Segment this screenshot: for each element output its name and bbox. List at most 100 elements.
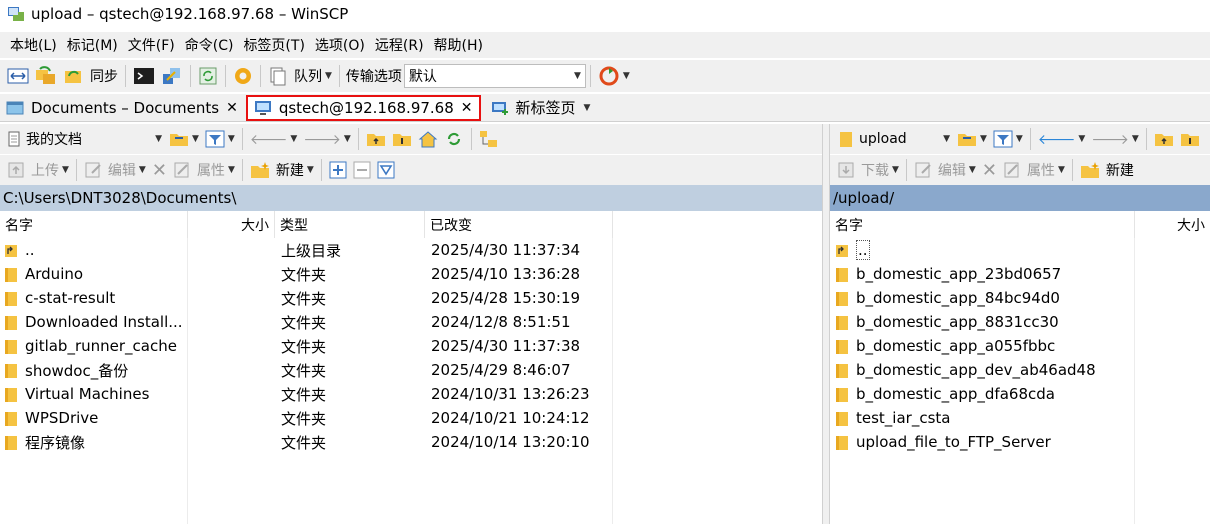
table-row[interactable]: b_domestic_app_dfa68cda — [830, 382, 1210, 406]
tab-documents[interactable]: Documents – Documents ✕ — [0, 95, 244, 121]
menu-local[interactable]: 本地(L) — [6, 35, 61, 55]
tab-new[interactable]: 新标签页 ▼ — [485, 95, 597, 121]
table-row[interactable]: c-stat-result 文件夹 2025/4/28 15:30:19 — [0, 286, 822, 310]
synchronize-browsing-button[interactable] — [32, 63, 60, 89]
chevron-down-icon[interactable]: ▼ — [623, 71, 630, 81]
local-home-button[interactable] — [415, 126, 441, 152]
table-row[interactable]: 程序镜像 文件夹 2024/10/14 13:20:10 — [0, 430, 822, 454]
transfer-settings-select[interactable]: 默认 ▼ — [403, 64, 586, 88]
tree-view-icon — [479, 131, 497, 147]
remote-open-folder-button[interactable]: ▼ — [954, 126, 990, 152]
menu-options[interactable]: 选项(O) — [311, 35, 369, 55]
unselect-all-button[interactable] — [350, 157, 374, 183]
menu-mark[interactable]: 标记(M) — [63, 35, 122, 55]
file-changed-cell-text: 2025/4/30 11:37:34 — [431, 241, 581, 259]
remote-file-list[interactable]: 名字 大小 .. b_domestic_app_23bd0657 b_domesti… — [830, 211, 1210, 524]
file-changed-cell-text: 2025/4/10 13:36:28 — [431, 265, 581, 283]
remote-delete-button[interactable]: ✕ — [979, 157, 1000, 183]
synchronize-button[interactable]: 同步 — [60, 63, 121, 89]
remote-back-button[interactable]: 🡐 ▼ — [1035, 126, 1088, 152]
invert-selection-button[interactable] — [374, 157, 398, 183]
chevron-down-icon[interactable]: ▼ — [307, 165, 314, 175]
table-row[interactable]: .. 上级目录 2025/4/30 11:37:34 — [0, 238, 822, 262]
local-open-folder-button[interactable]: ▼ — [166, 126, 202, 152]
menu-remote[interactable]: 远程(R) — [371, 35, 428, 55]
plus-icon — [329, 161, 347, 179]
local-root-dir-button[interactable] — [389, 126, 415, 152]
table-row[interactable]: Arduino 文件夹 2025/4/10 13:36:28 — [0, 262, 822, 286]
close-icon[interactable]: ✕ — [226, 100, 238, 116]
menu-help[interactable]: 帮助(H) — [430, 35, 487, 55]
menu-command[interactable]: 命令(C) — [181, 35, 238, 55]
table-row[interactable]: showdoc_备份 文件夹 2025/4/29 8:46:07 — [0, 358, 822, 382]
local-forward-button[interactable]: 🡒 ▼ — [300, 126, 353, 152]
table-row[interactable]: test_iar_csta — [830, 406, 1210, 430]
compare-directories-button[interactable] — [4, 63, 32, 89]
chevron-down-icon[interactable]: ▼ — [325, 71, 332, 81]
menu-file[interactable]: 文件(F) — [124, 35, 179, 55]
column-header-name[interactable]: ^ 名字 — [0, 211, 188, 238]
local-path-bar[interactable]: C:\Users\DNT3028\Documents\ — [0, 185, 822, 211]
local-back-button[interactable]: 🡐 ▼ — [247, 126, 300, 152]
open-terminal-button[interactable] — [130, 63, 158, 89]
local-new-button[interactable]: 新建 ▼ — [247, 157, 317, 183]
remote-parent-dir-button[interactable] — [1151, 126, 1177, 152]
table-row[interactable]: b_domestic_app_23bd0657 — [830, 262, 1210, 286]
local-parent-dir-button[interactable] — [363, 126, 389, 152]
download-button[interactable]: 下载 ▼ — [834, 157, 902, 183]
file-name-cell: .. — [5, 238, 185, 262]
refresh-button[interactable] — [195, 63, 221, 89]
folder-icon — [836, 363, 848, 378]
remote-path-bar[interactable]: /upload/ — [830, 185, 1210, 211]
preferences-button[interactable] — [230, 63, 256, 89]
reconnect-button[interactable]: ▼ — [595, 63, 633, 89]
column-header-type[interactable]: 类型 — [275, 211, 425, 238]
queue-button[interactable]: 队列 ▼ — [265, 63, 335, 89]
close-icon[interactable]: ✕ — [461, 100, 473, 116]
local-filter-button[interactable]: ▼ — [202, 126, 238, 152]
table-row[interactable]: b_domestic_app_dev_ab46ad48 — [830, 358, 1210, 382]
remote-filter-button[interactable]: ▼ — [990, 126, 1026, 152]
table-row[interactable]: gitlab_runner_cache 文件夹 2025/4/30 11:37:38 — [0, 334, 822, 358]
putty-button[interactable] — [158, 63, 186, 89]
toolbar-separator — [338, 65, 340, 87]
remote-properties-button[interactable]: 属性 ▼ — [1000, 157, 1068, 183]
chevron-down-icon[interactable]: ▼ — [1016, 134, 1023, 144]
table-row[interactable]: Downloaded Install... 文件夹 2024/12/8 8:51:5… — [0, 310, 822, 334]
upload-button[interactable]: 上传 ▼ — [4, 157, 72, 183]
table-row[interactable]: WPSDrive 文件夹 2024/10/21 10:24:12 — [0, 406, 822, 430]
local-tree-button[interactable] — [476, 126, 502, 152]
folder-icon — [5, 435, 17, 450]
table-row[interactable]: b_domestic_app_84bc94d0 — [830, 286, 1210, 310]
select-all-button[interactable] — [326, 157, 350, 183]
arrow-left-icon: 🡐 — [1037, 131, 1076, 148]
table-row[interactable]: b_domestic_app_a055fbbc — [830, 334, 1210, 358]
table-row[interactable]: b_domestic_app_8831cc30 — [830, 310, 1210, 334]
column-header-changed[interactable]: 已改变 — [425, 211, 613, 238]
column-header-name[interactable]: 名字 — [830, 211, 1135, 238]
chevron-down-icon[interactable]: ▼ — [980, 134, 987, 144]
chevron-down-icon[interactable]: ▼ — [192, 134, 199, 144]
remote-edit-label: 编辑 — [937, 163, 966, 179]
local-properties-button[interactable]: 属性 ▼ — [170, 157, 238, 183]
remote-root-dir-button[interactable] — [1177, 126, 1203, 152]
remote-location-select[interactable]: upload ▼ — [836, 127, 954, 151]
local-file-list[interactable]: ^ 名字 大小 类型 已改变 .. 上级目录 2025/4/30 11:37:34 A… — [0, 211, 822, 524]
local-delete-button[interactable]: ✕ — [149, 157, 170, 183]
table-row[interactable]: Virtual Machines 文件夹 2024/10/31 13:26:23 — [0, 382, 822, 406]
tab-remote-session[interactable]: qstech@192.168.97.68 ✕ — [245, 94, 481, 121]
column-header-size[interactable]: 大小 — [188, 211, 275, 238]
table-row[interactable]: .. — [830, 238, 1210, 262]
local-refresh-button[interactable] — [441, 126, 467, 152]
table-row[interactable]: upload_file_to_FTP_Server — [830, 430, 1210, 454]
remote-edit-button[interactable]: 编辑 ▼ — [911, 157, 979, 183]
chevron-down-icon[interactable]: ▼ — [584, 103, 591, 113]
local-location-select[interactable]: 我的文档 ▼ — [4, 127, 166, 151]
column-header-size[interactable]: 大小 — [1135, 211, 1210, 238]
panel-splitter[interactable] — [822, 124, 830, 524]
remote-new-button[interactable]: 新建 — [1077, 157, 1137, 183]
remote-forward-button[interactable]: 🡒 ▼ — [1088, 126, 1141, 152]
chevron-down-icon[interactable]: ▼ — [228, 134, 235, 144]
local-edit-button[interactable]: 编辑 ▼ — [81, 157, 149, 183]
menu-tabs[interactable]: 标签页(T) — [239, 35, 308, 55]
